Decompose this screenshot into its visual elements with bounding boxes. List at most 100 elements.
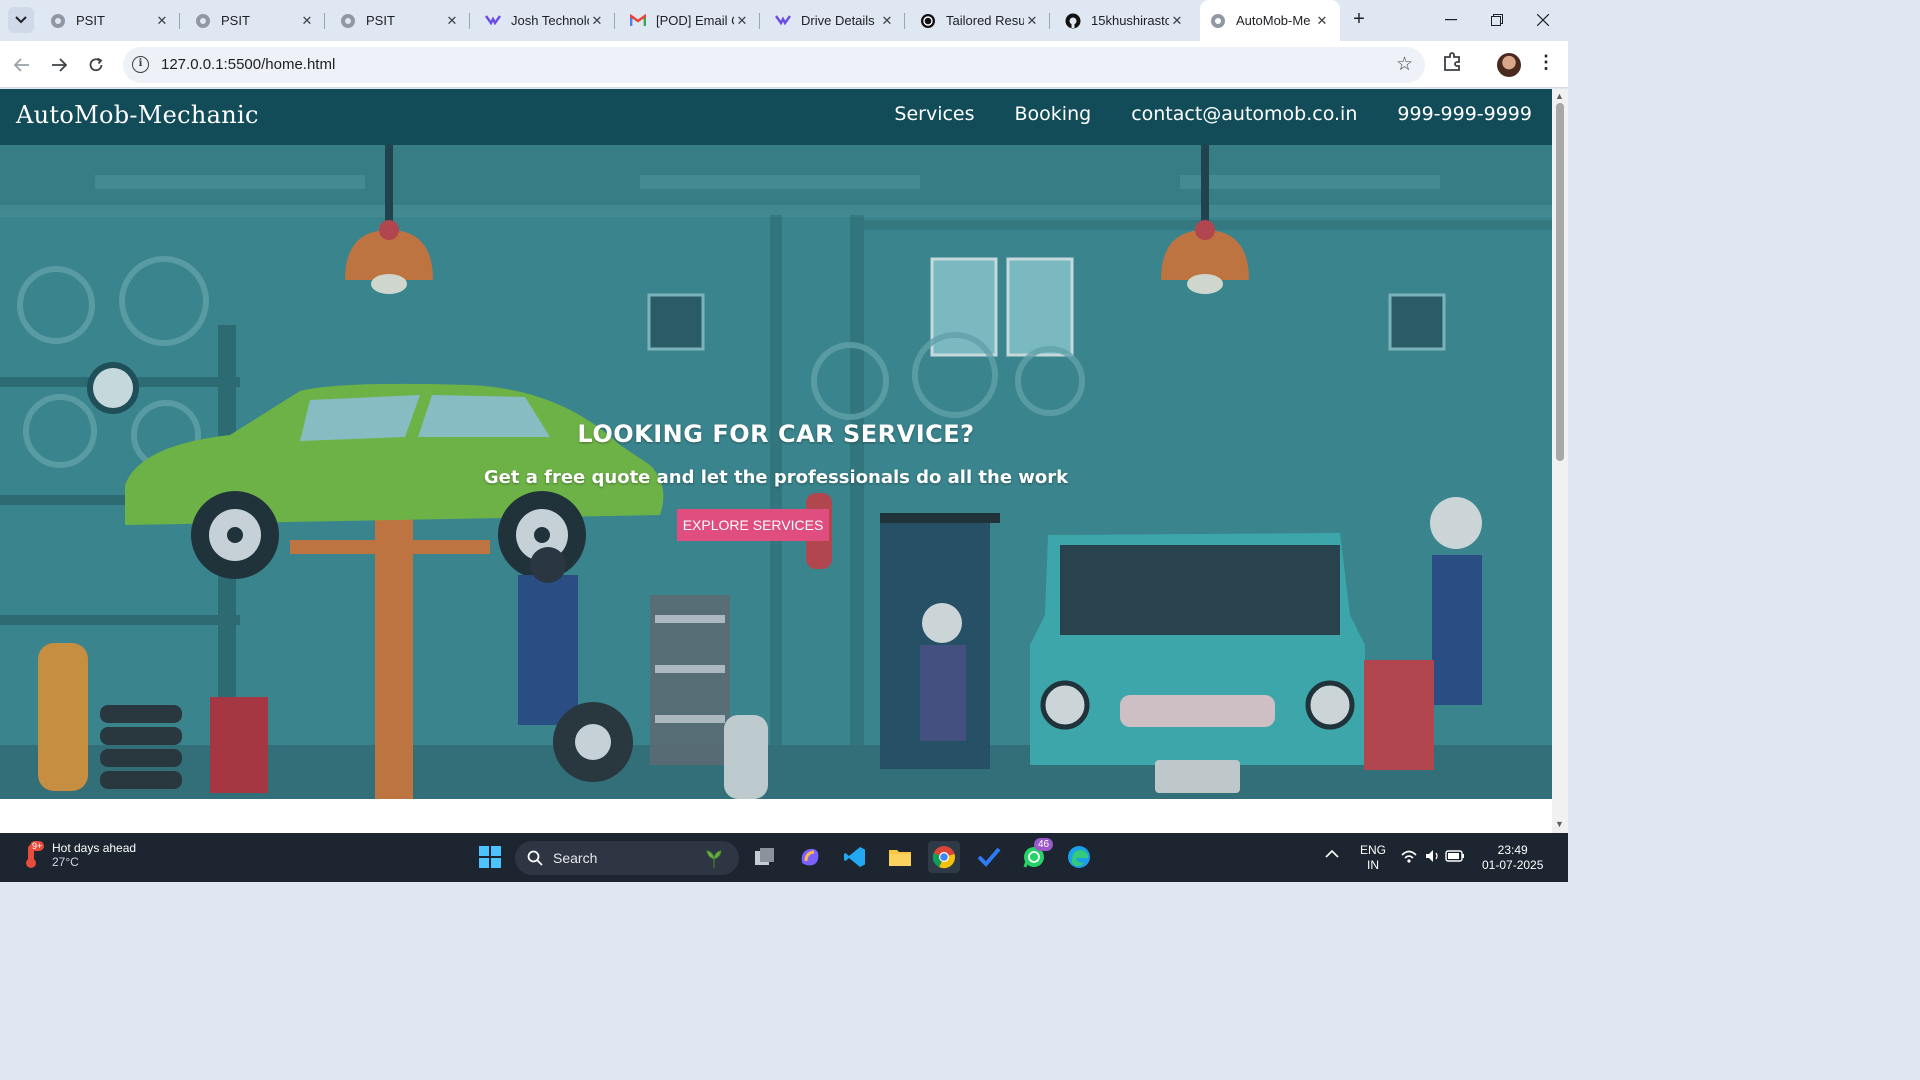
reload-button[interactable]: [83, 52, 109, 78]
hero-section: LOOKING FOR CAR SERVICE? Get a free quot…: [0, 145, 1552, 799]
search-icon: [527, 850, 543, 866]
tab-2[interactable]: PSIT ✕: [185, 6, 325, 35]
weather-badge: 9+: [30, 841, 45, 851]
network-volume-battery[interactable]: [1400, 847, 1466, 869]
explore-services-button[interactable]: EXPLORE SERVICES: [677, 509, 829, 541]
tab-title: 15khushirasto: [1091, 13, 1169, 28]
system-status-icons: [1401, 850, 1464, 863]
puzzle-icon: [1444, 52, 1460, 71]
language-line1: ENG: [1360, 843, 1387, 857]
language-line2: IN: [1367, 858, 1379, 872]
tab-7[interactable]: Tailored Resu ✕: [910, 6, 1050, 35]
close-icon[interactable]: ✕: [734, 13, 750, 29]
close-icon[interactable]: ✕: [299, 13, 315, 29]
page-scrollbar[interactable]: ▲ ▼: [1552, 89, 1568, 833]
url-text[interactable]: 127.0.0.1:5500/home.html: [161, 56, 335, 73]
extensions-button[interactable]: [1442, 50, 1468, 76]
tab-strip: PSIT ✕ PSIT ✕ PSIT ✕ Josh Technolo ✕ [PO…: [0, 0, 1568, 41]
globe-icon: [50, 13, 66, 29]
close-icon[interactable]: ✕: [1024, 13, 1040, 29]
copilot-button[interactable]: [794, 841, 826, 873]
profile-avatar[interactable]: [1497, 53, 1521, 77]
hero-title: LOOKING FOR CAR SERVICE?: [577, 420, 975, 448]
josh-logo-icon: [775, 13, 791, 29]
tab-title: PSIT: [76, 13, 105, 28]
arrow-right-icon: [52, 58, 67, 72]
weather-temp: 27°C: [52, 855, 79, 869]
new-tab-button[interactable]: +: [1347, 8, 1371, 32]
josh-logo-icon: [485, 13, 501, 29]
tab-3[interactable]: PSIT ✕: [330, 6, 470, 35]
restore-icon: [1491, 14, 1503, 26]
close-icon[interactable]: ✕: [154, 13, 170, 29]
tab-6[interactable]: Drive Details ✕: [765, 6, 905, 35]
chrome-icon: [932, 846, 955, 869]
weather-widget[interactable]: 9+ Hot days ahead 27°C: [20, 841, 136, 869]
chrome-button[interactable]: [928, 841, 960, 873]
vscode-icon: [844, 847, 865, 867]
tab-title: [POD] Email C: [656, 13, 734, 28]
bookmark-star-icon[interactable]: ☆: [1396, 53, 1413, 76]
todo-button[interactable]: [973, 841, 1005, 873]
gmail-icon: [630, 13, 646, 29]
tab-title: Tailored Resu: [946, 13, 1024, 28]
search-label: Search: [553, 850, 598, 866]
close-icon[interactable]: ✕: [444, 13, 460, 29]
hero-subtitle: Get a free quote and let the professiona…: [483, 467, 1069, 488]
tab-4[interactable]: Josh Technolo ✕: [475, 6, 615, 35]
clock[interactable]: 23:49 01-07-2025: [1482, 843, 1543, 873]
scroll-thumb[interactable]: [1556, 103, 1564, 461]
close-icon[interactable]: ✕: [1169, 13, 1185, 29]
nav-phone-link[interactable]: 999-999-9999: [1397, 103, 1532, 125]
browser-menu-icon[interactable]: ⋮: [1537, 52, 1555, 73]
minimize-icon: [1445, 19, 1457, 21]
clock-time: 23:49: [1497, 843, 1528, 857]
start-button[interactable]: [474, 841, 506, 873]
tab-search-button[interactable]: [8, 7, 34, 33]
tab-8[interactable]: 15khushirasto ✕: [1055, 6, 1195, 35]
browser-toolbar: i 127.0.0.1:5500/home.html ☆: [0, 41, 1568, 88]
close-icon[interactable]: ✕: [879, 13, 895, 29]
nav-services-link[interactable]: Services: [894, 103, 974, 125]
openai-icon: [920, 13, 936, 29]
chevron-down-icon: [15, 16, 27, 24]
tab-5[interactable]: [POD] Email C ✕: [620, 6, 760, 35]
tab-title: Josh Technolo: [511, 13, 589, 28]
task-view-button[interactable]: [749, 841, 781, 873]
back-button[interactable]: [9, 52, 35, 78]
taskbar-search[interactable]: Search: [515, 841, 739, 875]
whatsapp-button[interactable]: 46: [1018, 838, 1054, 873]
edge-button[interactable]: [1063, 841, 1095, 873]
close-icon[interactable]: ✕: [1314, 13, 1330, 29]
site-brand[interactable]: AutoMob-Mechanic: [16, 101, 259, 129]
scroll-up-icon[interactable]: ▲: [1555, 91, 1564, 101]
tab-title: AutoMob-Me: [1236, 13, 1311, 28]
task-view-icon: [755, 848, 774, 865]
arrow-left-icon: [14, 58, 29, 72]
close-icon[interactable]: ✕: [589, 13, 605, 29]
address-bar[interactable]: i 127.0.0.1:5500/home.html ☆: [123, 47, 1425, 83]
language-indicator[interactable]: ENG IN: [1360, 843, 1386, 873]
plant-icon: [706, 850, 722, 868]
globe-icon: [195, 13, 211, 29]
copilot-icon: [801, 848, 819, 866]
tab-active[interactable]: AutoMob-Me ✕: [1200, 0, 1340, 41]
chevron-up-icon: [1325, 849, 1339, 858]
file-explorer-button[interactable]: [884, 841, 916, 873]
scroll-down-icon[interactable]: ▼: [1555, 819, 1564, 829]
site-info-icon[interactable]: i: [132, 56, 149, 73]
forward-button[interactable]: [46, 52, 72, 78]
edge-icon: [1068, 846, 1090, 868]
minimize-button[interactable]: [1428, 0, 1474, 40]
nav-email-link[interactable]: contact@automob.co.in: [1131, 103, 1357, 125]
tab-1[interactable]: PSIT ✕: [40, 6, 180, 35]
nav-booking-link[interactable]: Booking: [1015, 103, 1092, 125]
show-hidden-icons-button[interactable]: [1325, 847, 1339, 862]
restore-button[interactable]: [1474, 0, 1520, 40]
weather-title: Hot days ahead: [52, 841, 137, 855]
windows-taskbar: 9+ Hot days ahead 27°C Search 46 ENG IN …: [0, 833, 1568, 882]
tab-title: PSIT: [366, 13, 395, 28]
clock-date: 01-07-2025: [1482, 858, 1544, 872]
vscode-button[interactable]: [839, 841, 871, 873]
close-window-button[interactable]: [1520, 0, 1566, 40]
